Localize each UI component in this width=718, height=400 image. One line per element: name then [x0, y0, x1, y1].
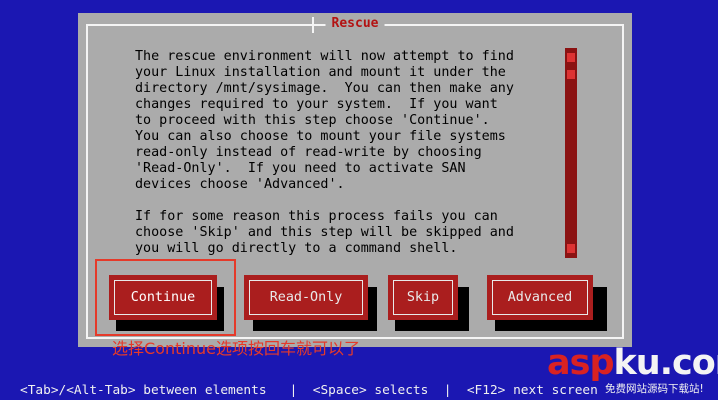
watermark-tagline: 免费网站源码下载站! [605, 383, 704, 395]
scroll-up-thumb [567, 53, 575, 62]
advanced-button[interactable]: Advanced [487, 275, 593, 320]
read-only-button-label: Read-Only [249, 280, 363, 315]
scrollbar[interactable] [565, 48, 577, 258]
title-bar-left [312, 17, 314, 33]
annotation-highlight-box [95, 259, 236, 336]
read-only-button[interactable]: Read-Only [244, 275, 368, 320]
annotation-text: 选择Continue选项按回车就可以了 [112, 339, 360, 358]
watermark-logo: aspku.com [547, 343, 718, 383]
watermark: aspku.com 免费网站源码下载站! [547, 343, 718, 398]
skip-button-label: Skip [393, 280, 453, 315]
dialog-message: The rescue environment will now attempt … [135, 49, 514, 256]
dialog-title: Rescue [325, 14, 385, 34]
scroll-thumb [567, 70, 575, 79]
scroll-down-thumb [567, 244, 575, 253]
advanced-button-label: Advanced [492, 280, 588, 315]
skip-button[interactable]: Skip [388, 275, 458, 320]
